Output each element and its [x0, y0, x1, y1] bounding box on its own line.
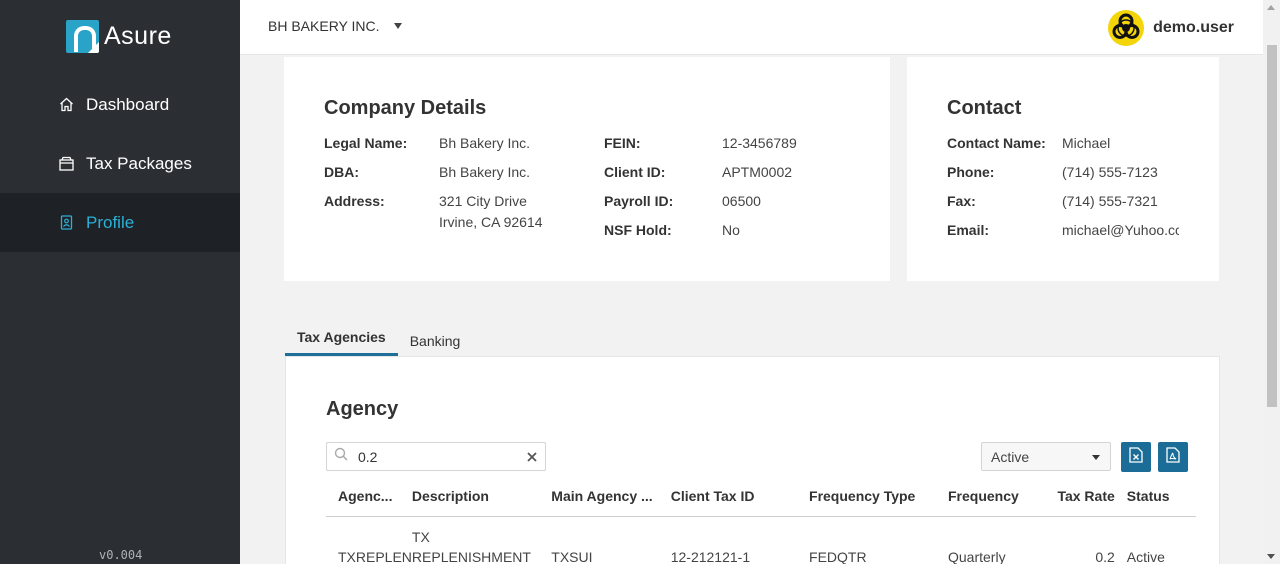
biohazard-icon [1108, 10, 1145, 46]
description-line2: REPLENISHMENT [411, 548, 531, 564]
table-header-row: Agenc... Description Main Agency ... Cli… [326, 476, 1196, 517]
column-header-main-agency[interactable]: Main Agency ... [551, 476, 671, 517]
client-id-value: APTM0002 [722, 164, 793, 180]
excel-file-icon [1129, 446, 1143, 468]
agency-title: Agency [326, 398, 399, 420]
chevron-down-icon [393, 23, 402, 29]
nsf-hold-label: NSF Hold: [604, 222, 672, 238]
profile-icon [59, 215, 74, 230]
home-icon [59, 97, 74, 112]
sidebar: Asure Dashboard Tax Packages Profile v0.… [0, 0, 240, 564]
column-header-client-tax-id[interactable]: Client Tax ID [670, 476, 810, 517]
sidebar-item-tax-packages[interactable]: Tax Packages [0, 134, 240, 193]
tab-banking[interactable]: Banking [398, 322, 473, 360]
phone-label: Phone: [947, 164, 995, 180]
status-filter-select[interactable]: Active [981, 442, 1111, 471]
agency-search [326, 442, 546, 471]
column-header-description[interactable]: Description [411, 476, 552, 517]
cell-description: TX REPLENISHMENT [412, 516, 551, 564]
email-value: michael@Yuhoo.cc [1062, 222, 1179, 238]
phone-value: (714) 555-7123 [1062, 164, 1158, 180]
package-icon [59, 156, 74, 171]
close-icon[interactable] [526, 448, 538, 468]
column-header-status[interactable]: Status [1126, 476, 1196, 517]
pdf-file-icon [1166, 446, 1180, 468]
cell-main-agency: TXSUI [551, 548, 593, 564]
user-menu[interactable]: demo.user [1108, 10, 1234, 46]
scroll-up-icon[interactable] [1267, 5, 1275, 10]
search-icon [334, 447, 348, 466]
cell-client-tax-id: 12-212121-1 [670, 548, 751, 564]
fein-label: FEIN: [604, 135, 641, 151]
cell-status: Active [1126, 548, 1165, 564]
user-name: demo.user [1153, 19, 1234, 36]
sidebar-item-label: Tax Packages [86, 153, 192, 173]
agency-table: Agenc... Description Main Agency ... Cli… [326, 476, 1196, 564]
scroll-thumb[interactable] [1267, 45, 1277, 407]
email-label: Email: [947, 222, 990, 238]
asure-logo-icon [66, 19, 99, 53]
dba-label: DBA: [324, 164, 359, 180]
column-header-frequency[interactable]: Frequency [948, 476, 1050, 517]
export-pdf-button[interactable] [1158, 442, 1188, 472]
status-filter-value: Active [991, 448, 1030, 465]
chevron-down-icon [1092, 455, 1100, 460]
company-details-title: Company Details [324, 97, 487, 119]
company-name: BH BAKERY INC. [268, 18, 380, 34]
version-label: v0.004 [99, 548, 143, 562]
fein-value: 12-3456789 [722, 135, 797, 151]
search-input[interactable] [358, 448, 518, 465]
contact-card: Contact Contact Name: Michael Phone: (71… [907, 57, 1219, 281]
address-label: Address: [324, 193, 385, 209]
cell-frequency: Quarterly [948, 548, 1006, 564]
sidebar-item-label: Dashboard [86, 94, 170, 114]
profile-tabs: Tax Agencies Banking [285, 318, 472, 356]
company-selector[interactable]: BH BAKERY INC. [268, 18, 402, 34]
payroll-id-label: Payroll ID: [604, 193, 674, 209]
contact-name-value: Michael [1062, 135, 1111, 151]
description-line1: TX [411, 528, 430, 545]
scroll-down-icon[interactable] [1267, 554, 1275, 559]
column-header-agency[interactable]: Agenc... [326, 476, 412, 517]
export-excel-button[interactable] [1121, 442, 1151, 472]
column-header-tax-rate[interactable]: Tax Rate [1049, 476, 1127, 517]
sidebar-item-profile[interactable]: Profile [0, 193, 240, 252]
sidebar-nav: Dashboard Tax Packages Profile [0, 75, 240, 252]
client-id-label: Client ID: [604, 164, 666, 180]
asure-logo[interactable]: Asure [66, 19, 172, 53]
table-row[interactable]: TXREPLEN TX REPLENISHMENT TXSUI 12-21212… [326, 516, 1196, 564]
agency-panel: Agency Active Agenc... Description [285, 356, 1220, 564]
legal-name-label: Legal Name: [324, 135, 408, 151]
sidebar-item-label: Profile [86, 212, 135, 232]
nsf-hold-value: No [722, 222, 740, 238]
vertical-scrollbar[interactable] [1263, 0, 1280, 564]
contact-title: Contact [947, 97, 1022, 119]
legal-name-value: Bh Bakery Inc. [439, 135, 531, 151]
fax-label: Fax: [947, 193, 976, 209]
address-line1: 321 City Drive [439, 193, 527, 209]
contact-name-label: Contact Name: [947, 135, 1046, 151]
column-header-frequency-type[interactable]: Frequency Type [809, 476, 948, 517]
tab-tax-agencies[interactable]: Tax Agencies [285, 318, 398, 356]
address-line2: Irvine, CA 92614 [439, 214, 543, 230]
cell-tax-rate: 0.2 [1095, 548, 1115, 564]
cell-frequency-type: FEDQTR [809, 548, 867, 564]
logo-text: Asure [104, 21, 172, 50]
fax-value: (714) 555-7321 [1062, 193, 1158, 209]
cell-agency: TXREPLEN [338, 548, 412, 564]
top-header: BH BAKERY INC. demo.user [240, 0, 1280, 55]
sidebar-item-dashboard[interactable]: Dashboard [0, 75, 240, 134]
payroll-id-value: 06500 [722, 193, 761, 209]
company-details-card: Company Details Legal Name: Bh Bakery In… [284, 57, 890, 281]
dba-value: Bh Bakery Inc. [439, 164, 531, 180]
